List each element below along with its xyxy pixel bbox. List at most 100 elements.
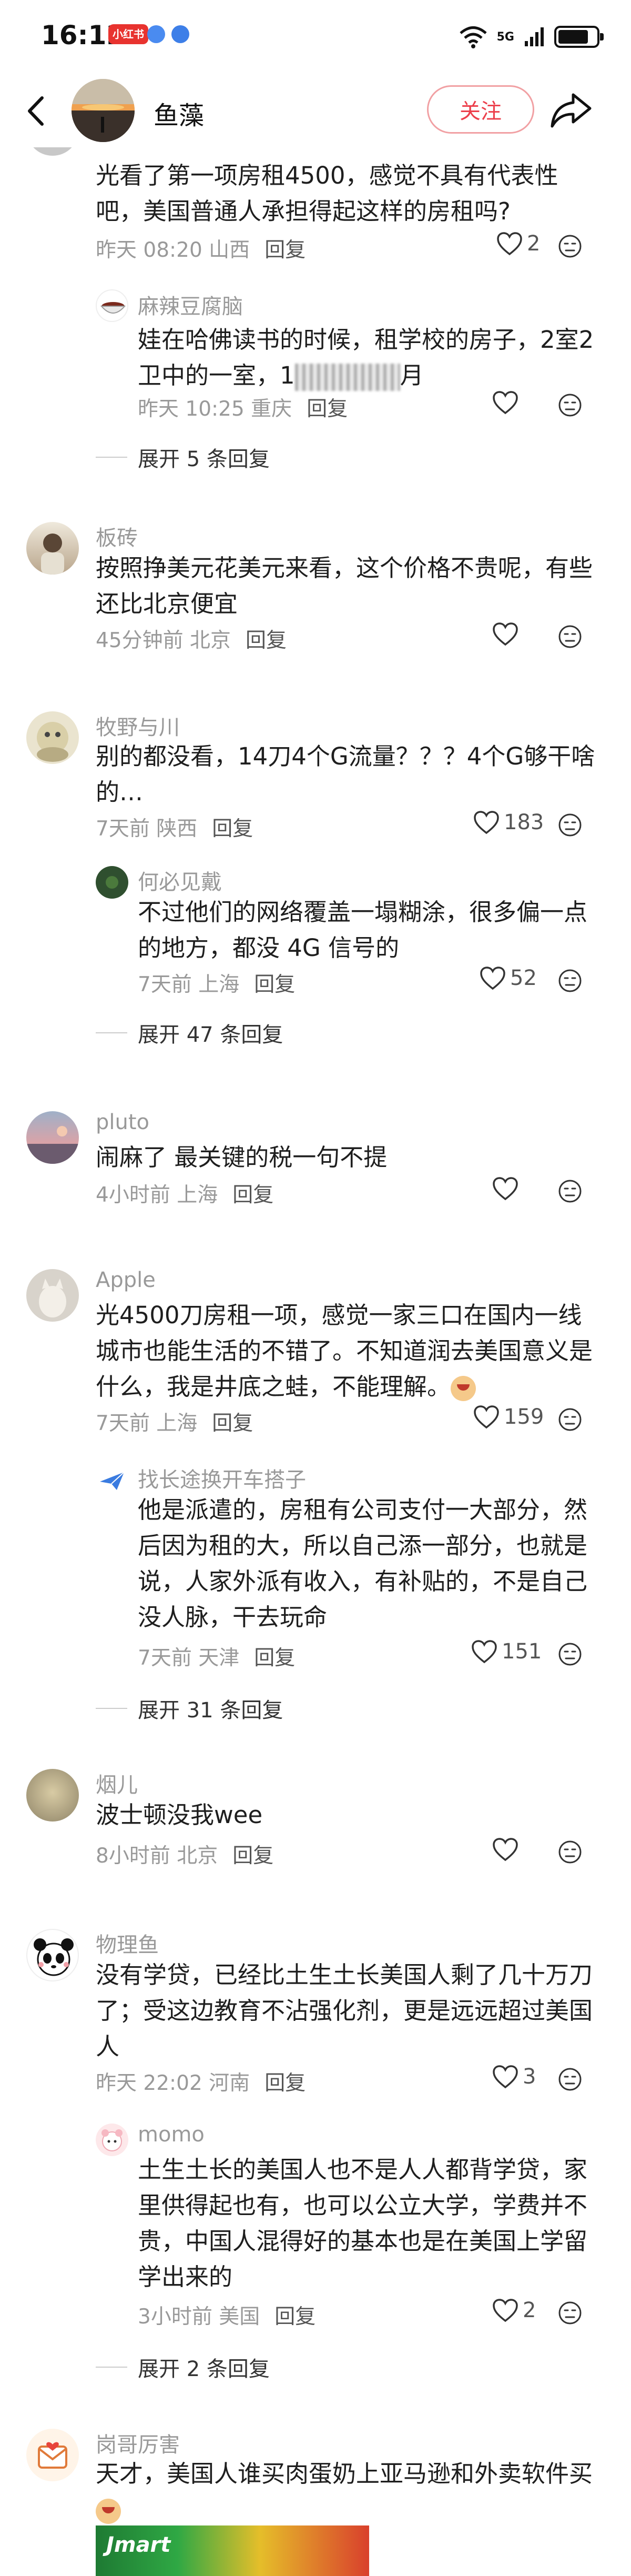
comment-author[interactable]: Apple: [96, 1268, 156, 1292]
dislike-icon[interactable]: [557, 393, 583, 418]
reply-button[interactable]: 回复: [254, 1642, 295, 1671]
back-icon[interactable]: [19, 93, 56, 129]
dislike-icon[interactable]: [557, 1839, 583, 1865]
comment-avatar[interactable]: [26, 1111, 79, 1164]
emoji-icon: [451, 1376, 476, 1401]
dislike-icon[interactable]: [557, 1642, 583, 1667]
reply-time: 昨天 10:25 重庆: [138, 397, 292, 421]
author-avatar[interactable]: [72, 79, 135, 142]
expand-replies-button[interactable]: 展开 47 条回复: [96, 1018, 283, 1048]
dislike-icon[interactable]: [557, 2300, 583, 2326]
network-label: 5G: [496, 30, 514, 44]
comment-text: 闹麻了 最关键的税一句不提: [96, 1143, 388, 1171]
comment-author[interactable]: 烟儿: [96, 1768, 138, 1798]
reply-text: 他是派遣的，房租有公司支付一大部分，然后因为租的大，所以自己添一部分，也就是说，…: [138, 1496, 588, 1631]
reply-button[interactable]: 回复: [246, 624, 287, 653]
like-button[interactable]: 2: [496, 232, 540, 256]
reply-button[interactable]: 回复: [212, 1407, 253, 1436]
share-icon[interactable]: [549, 89, 593, 132]
expand-replies-button[interactable]: 展开 31 条回复: [96, 1693, 283, 1724]
comment-author[interactable]: 板砖: [96, 521, 138, 551]
like-button[interactable]: [492, 1176, 518, 1201]
comment-author[interactable]: 牧野与川: [96, 710, 180, 741]
ad-brand: Jmart: [106, 2533, 171, 2557]
reply-button[interactable]: 回复: [212, 812, 253, 842]
like-button[interactable]: 2: [492, 2298, 536, 2322]
comment-time: 45分钟前 北京: [96, 629, 231, 652]
comment-avatar[interactable]: [26, 522, 79, 575]
expand-replies-button[interactable]: 展开 5 条回复: [96, 442, 270, 472]
comment-time: 4小时前 上海: [96, 1183, 218, 1207]
heart-icon: [493, 622, 518, 646]
heart-icon: [493, 1838, 518, 1861]
comment-avatar[interactable]: [26, 1929, 79, 1981]
reply-meta: 7天前 天津 回复: [138, 1642, 295, 1671]
reply-text: 土生土长的美国人也不是人人都背学贷，家里供得起也有，也可以公立大学，学费并不贵，…: [138, 2156, 588, 2291]
comment-text: 波士顿没我wee: [96, 1801, 263, 1829]
comment-author[interactable]: 岗哥厉害: [96, 2428, 180, 2458]
dislike-icon[interactable]: [557, 2067, 583, 2092]
like-button[interactable]: 159: [473, 1405, 544, 1429]
comment-avatar[interactable]: [26, 1269, 79, 1322]
dislike-icon[interactable]: [557, 624, 583, 649]
dislike-icon[interactable]: [557, 1407, 583, 1432]
comment-avatar[interactable]: [26, 2429, 79, 2481]
heart-icon: [493, 2299, 518, 2322]
like-button[interactable]: [492, 622, 518, 646]
notification-icon: [147, 25, 165, 43]
heart-icon: [480, 967, 505, 990]
author-name[interactable]: 鱼藻: [154, 95, 204, 132]
like-button[interactable]: 52: [480, 966, 537, 990]
reply-button[interactable]: 回复: [307, 393, 348, 422]
reply-author[interactable]: 何必见戴: [138, 865, 222, 895]
like-button[interactable]: 183: [473, 810, 544, 834]
comment-time: 8小时前 北京: [96, 1844, 218, 1868]
reply-author[interactable]: 找长途换开车搭子: [138, 1463, 306, 1493]
dislike-icon[interactable]: [557, 968, 583, 993]
status-bar: 16:12 小红书 5G: [0, 0, 631, 74]
comment-avatar[interactable]: [26, 1769, 79, 1822]
comment-text: 光4500刀房租一项，感觉一家三口在国内一线城市也能生活的不错了。不知道润去美国…: [96, 1301, 593, 1401]
battery-icon: [554, 26, 604, 48]
reply-button[interactable]: 回复: [264, 2067, 306, 2096]
reply-avatar[interactable]: [96, 866, 128, 899]
like-button[interactable]: [492, 1837, 518, 1861]
comment-text: 别的都没看，14刀4个G流量？？？4个G够干啥的…: [96, 742, 595, 806]
like-button[interactable]: 3: [492, 2065, 536, 2089]
follow-button[interactable]: 关注: [427, 85, 534, 134]
reply-author[interactable]: 麻辣豆腐脑: [138, 289, 243, 320]
like-count: 151: [502, 1639, 542, 1664]
comment-text: 光看了第一项房租4500，感觉不具有代表性吧，美国普通人承担得起这样的房租吗?: [96, 162, 558, 225]
reply-text: 不过他们的网络覆盖一塌糊涂，很多偏一点的地方，都没 4G 信号的: [138, 898, 588, 962]
app-badge: 小红书: [108, 24, 148, 44]
like-count: 52: [510, 966, 537, 990]
comment-meta: 7天前 上海 回复: [96, 1407, 253, 1436]
reply-button[interactable]: 回复: [254, 968, 295, 998]
dislike-icon[interactable]: [557, 812, 583, 838]
reply-button[interactable]: 回复: [232, 1179, 273, 1208]
comment-time: 7天前 上海: [96, 1412, 198, 1435]
reply-meta: 3小时前 美国 回复: [138, 2300, 316, 2330]
reply-avatar[interactable]: [96, 1464, 128, 1496]
comment-author[interactable]: pluto: [96, 1110, 149, 1134]
expand-replies-button[interactable]: 展开 2 条回复: [96, 2352, 270, 2382]
dislike-icon[interactable]: [557, 1179, 583, 1204]
like-button[interactable]: [492, 390, 518, 415]
reply-avatar[interactable]: [96, 289, 128, 322]
dislike-icon[interactable]: [557, 234, 583, 259]
reply-meta: 昨天 10:25 重庆 回复: [138, 393, 348, 422]
wifi-icon: [459, 26, 487, 48]
comment-author[interactable]: 物理鱼: [96, 1928, 159, 1958]
reply-avatar[interactable]: [96, 2124, 128, 2156]
reply-button[interactable]: 回复: [274, 2300, 316, 2330]
reply-author[interactable]: momo: [138, 2122, 205, 2147]
reply-button[interactable]: 回复: [232, 1839, 273, 1869]
comment-avatar[interactable]: [26, 711, 79, 764]
like-count: 183: [504, 810, 544, 834]
comment-time: 昨天 22:02 河南: [96, 2071, 250, 2095]
heart-icon: [472, 1640, 497, 1664]
reply-button[interactable]: 回复: [264, 234, 306, 263]
comment-meta: 8小时前 北京 回复: [96, 1839, 273, 1869]
like-button[interactable]: 151: [471, 1639, 542, 1664]
ad-image[interactable]: Jmart: [96, 2525, 369, 2576]
